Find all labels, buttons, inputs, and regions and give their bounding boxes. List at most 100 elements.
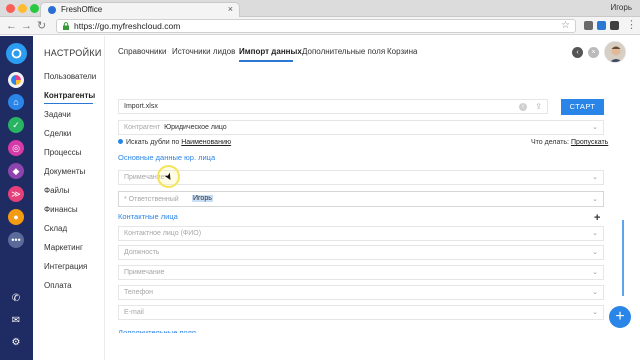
app-rail: ⌂ ✓ ◎ ◆ ≫ ● ••• ✆ ✉ ⚙	[0, 36, 33, 360]
responsible-select[interactable]: * Ответственный Игорь ⌄	[118, 191, 604, 207]
settings-title: НАСТРОЙКИ	[44, 48, 102, 58]
chevron-down-icon: ⌄	[592, 196, 598, 203]
menu-item-users[interactable]: Пользователи	[44, 72, 96, 81]
duplicate-action-row: Что делать: Пропускать	[531, 139, 608, 146]
chevron-down-icon: ⌄	[592, 289, 598, 296]
menu-item-payment[interactable]: Оплата	[44, 281, 72, 290]
coin-icon[interactable]: ●	[8, 209, 24, 225]
minimize-window-button[interactable]	[18, 4, 27, 13]
gear-icon[interactable]: ⚙	[8, 334, 24, 350]
chevron-down-icon: ⌄	[592, 174, 598, 181]
menu-item-marketing[interactable]: Маркетинг	[44, 243, 83, 252]
home-icon[interactable]: ⌂	[8, 94, 24, 110]
contact-note-select[interactable]: Примечание ⌄	[118, 265, 604, 280]
browser-profile-name[interactable]: Игорь	[610, 3, 632, 12]
start-button[interactable]: СТАРТ	[561, 99, 604, 115]
menu-item-processes[interactable]: Процессы	[44, 148, 81, 157]
maximize-window-button[interactable]	[30, 4, 39, 13]
menu-item-integration[interactable]: Интеграция	[44, 262, 87, 271]
main-content: Справочники Источники лидов Импорт данны…	[106, 36, 640, 360]
chevron-down-icon: ⌄	[592, 309, 598, 316]
menu-item-files[interactable]: Файлы	[44, 186, 69, 195]
mail-icon[interactable]: ✉	[8, 312, 24, 328]
radio-dot-icon	[118, 139, 123, 144]
menu-item-deals[interactable]: Сделки	[44, 129, 71, 138]
contractor-value: Юридическое лицо	[164, 124, 227, 131]
menu-item-documents[interactable]: Документы	[44, 167, 85, 176]
address-bar[interactable]: https://go.myfreshcloud.com ☆	[56, 19, 576, 33]
action-prefix: Что делать:	[531, 139, 569, 146]
dup-field-link[interactable]: Наименованию	[181, 139, 231, 146]
responsible-label: * Ответственный	[124, 196, 179, 203]
menu-item-finance[interactable]: Финансы	[44, 205, 78, 214]
chevron-down-icon: ⌄	[592, 269, 598, 276]
lock-icon	[63, 22, 69, 30]
tab-title: FreshOffice	[61, 5, 103, 14]
reload-icon[interactable]: ↻	[37, 19, 46, 33]
contact-name-select[interactable]: Контактное лицо (ФИО) ⌄	[118, 226, 604, 241]
user-avatar[interactable]	[604, 41, 626, 63]
bookmark-star-icon[interactable]: ☆	[561, 20, 570, 31]
settings-menu: НАСТРОЙКИ Пользователи Контрагенты Задач…	[33, 36, 105, 360]
target-icon[interactable]: ◎	[8, 140, 24, 156]
note-select[interactable]: Примечание ⌄	[118, 170, 604, 185]
chevron-down-icon: ⌄	[592, 249, 598, 256]
back-circle-icon[interactable]: ‹	[572, 47, 583, 58]
close-window-button[interactable]	[6, 4, 15, 13]
menu-item-warehouse[interactable]: Склад	[44, 224, 67, 233]
tab-data-import[interactable]: Импорт данных	[239, 47, 302, 56]
browser-menu-icon[interactable]: ⋮	[626, 18, 637, 32]
browser-tab[interactable]: FreshOffice ×	[40, 2, 240, 17]
import-file-field[interactable]: Import.xlsx i ⇪	[118, 99, 548, 114]
scroll-indicator[interactable]	[622, 220, 624, 296]
phone-select[interactable]: Телефон ⌄	[118, 285, 604, 300]
file-name: Import.xlsx	[124, 103, 158, 110]
section-main-data: Основные данные юр. лица	[118, 153, 216, 162]
close-circle-icon[interactable]: ×	[588, 47, 599, 58]
shield-icon[interactable]: ◆	[8, 163, 24, 179]
contractor-label: Контрагент	[124, 124, 161, 131]
upload-icon[interactable]: ⇪	[535, 102, 542, 111]
back-icon[interactable]: ←	[6, 19, 17, 33]
tab-extra-fields[interactable]: Дополнительные поля	[302, 47, 385, 56]
tab-lead-sources[interactable]: Источники лидов	[172, 47, 235, 56]
dup-prefix: Искать дубли по	[126, 139, 180, 146]
freshoffice-logo-icon[interactable]	[6, 43, 27, 64]
chevron-down-icon: ⌄	[592, 230, 598, 237]
phone-icon[interactable]: ✆	[8, 290, 24, 306]
fish-icon[interactable]: ≫	[8, 186, 24, 202]
chevron-down-icon: ⌄	[592, 124, 598, 131]
position-placeholder: Должность	[124, 249, 160, 256]
active-tab-underline	[239, 60, 293, 62]
browser-navbar: ← → ↻ https://go.myfreshcloud.com ☆ ⋮	[0, 17, 640, 35]
phone-placeholder: Телефон	[124, 289, 154, 296]
freshoffice-favicon-icon	[48, 6, 56, 14]
url-text: https://go.myfreshcloud.com	[74, 21, 181, 31]
contact-note-placeholder: Примечание	[124, 269, 165, 276]
cloud-extension-icon[interactable]	[597, 21, 606, 30]
duplicate-search-row: Искать дубли по Наименованию	[118, 139, 231, 146]
add-contact-icon[interactable]: +	[594, 212, 600, 224]
email-select[interactable]: E-mail ⌄	[118, 305, 604, 320]
position-select[interactable]: Должность ⌄	[118, 245, 604, 260]
more-icon[interactable]: •••	[8, 232, 24, 248]
browser-titlebar: FreshOffice × Игорь	[0, 0, 640, 17]
extension-icon[interactable]	[584, 21, 593, 30]
avatar-portrait	[605, 42, 625, 62]
tab-directories[interactable]: Справочники	[118, 47, 166, 56]
forward-icon[interactable]: →	[21, 19, 32, 33]
menu-item-tasks[interactable]: Задачи	[44, 110, 71, 119]
active-menu-underline	[44, 103, 93, 104]
info-icon[interactable]: i	[519, 103, 527, 111]
dup-action-link[interactable]: Пропускать	[571, 139, 608, 146]
contractor-type-select[interactable]: Контрагент Юридическое лицо ⌄	[118, 120, 604, 135]
tab-close-icon[interactable]: ×	[228, 4, 233, 14]
check-icon[interactable]: ✓	[8, 117, 24, 133]
tab-trash[interactable]: Корзина	[387, 47, 417, 56]
extension-icon-2[interactable]	[610, 21, 619, 30]
email-placeholder: E-mail	[124, 309, 144, 316]
section-contacts: Контактные лица	[118, 212, 178, 221]
menu-item-contractors[interactable]: Контрагенты	[44, 91, 95, 100]
pie-chart-icon[interactable]	[8, 72, 24, 88]
add-fab-button[interactable]: +	[609, 306, 631, 328]
